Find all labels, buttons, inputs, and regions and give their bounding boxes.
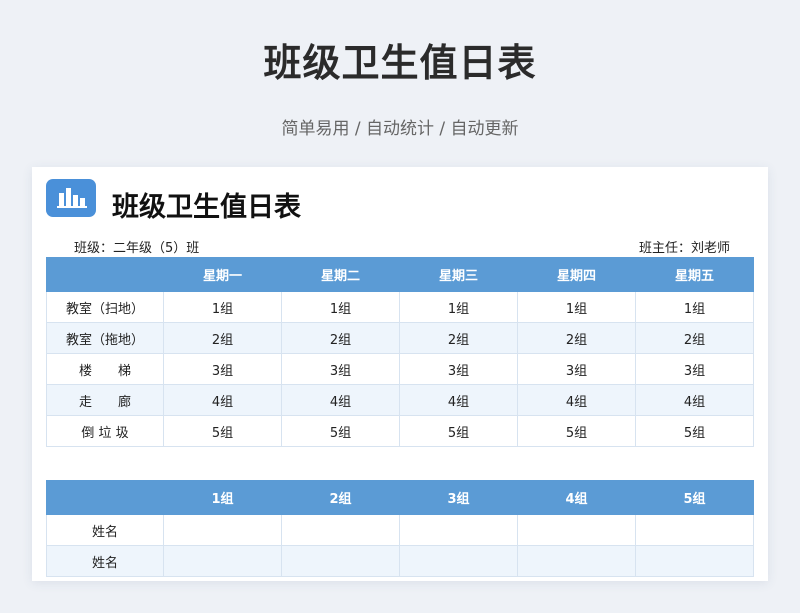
table-row: 教室（拖地） 2组 2组 2组 2组 2组 (46, 322, 754, 354)
table-cell[interactable]: 3组 (517, 353, 636, 385)
column-header-group-3: 3组 (399, 480, 518, 515)
table-cell[interactable] (517, 514, 636, 546)
table-cell[interactable]: 1组 (281, 291, 400, 323)
table-cell[interactable] (281, 514, 400, 546)
table-cell[interactable]: 4组 (399, 384, 518, 416)
table-cell[interactable]: 1组 (635, 291, 754, 323)
table-cell[interactable]: 2组 (281, 322, 400, 354)
column-header-tuesday: 星期二 (281, 257, 400, 292)
column-header-group-2: 2组 (281, 480, 400, 515)
teacher-info: 班主任：刘老师 (638, 241, 730, 256)
table-cell[interactable]: 4组 (517, 384, 636, 416)
column-header (46, 480, 164, 515)
table-row: 楼 梯 3组 3组 3组 3组 3组 (46, 353, 754, 385)
table-cell[interactable]: 3组 (399, 353, 518, 385)
page-title: 班级卫生值日表 (263, 41, 537, 85)
table-cell[interactable] (517, 545, 636, 577)
table-cell[interactable] (635, 514, 754, 546)
table-row: 姓名 (46, 545, 754, 577)
table-row: 姓名 (46, 514, 754, 546)
name-label: 姓名 (46, 545, 164, 577)
column-header-group-1: 1组 (163, 480, 282, 515)
table-cell[interactable]: 4组 (281, 384, 400, 416)
table-cell[interactable]: 1组 (517, 291, 636, 323)
table-cell[interactable]: 5组 (281, 415, 400, 447)
group-table-header-row: 1组 2组 3组 4组 5组 (46, 480, 754, 515)
table-cell[interactable] (399, 545, 518, 577)
column-header-wednesday: 星期三 (399, 257, 518, 292)
table-cell[interactable]: 3组 (635, 353, 754, 385)
table-cell[interactable]: 4组 (635, 384, 754, 416)
table-cell[interactable] (163, 514, 282, 546)
column-header-monday: 星期一 (163, 257, 282, 292)
column-header-group-4: 4组 (517, 480, 636, 515)
name-label: 姓名 (46, 514, 164, 546)
table-cell[interactable]: 5组 (163, 415, 282, 447)
table-cell[interactable] (399, 514, 518, 546)
table-cell[interactable]: 5组 (399, 415, 518, 447)
area-label: 教室（拖地） (46, 322, 164, 354)
table-cell[interactable]: 1组 (163, 291, 282, 323)
table-cell[interactable]: 5组 (517, 415, 636, 447)
bar-chart-icon (46, 179, 96, 217)
table-cell[interactable]: 2组 (517, 322, 636, 354)
table-row: 倒 垃 圾 5组 5组 5组 5组 5组 (46, 415, 754, 447)
table-cell[interactable]: 2组 (163, 322, 282, 354)
sheet-title: 班级卫生值日表 (112, 192, 301, 223)
column-header (46, 257, 164, 292)
table-cell[interactable]: 2组 (635, 322, 754, 354)
table-cell[interactable]: 3组 (163, 353, 282, 385)
page-subtitle: 简单易用 / 自动统计 / 自动更新 (281, 119, 519, 139)
table-cell[interactable] (635, 545, 754, 577)
table-cell[interactable]: 3组 (281, 353, 400, 385)
area-label: 楼 梯 (46, 353, 164, 385)
table-cell[interactable]: 2组 (399, 322, 518, 354)
table-cell[interactable]: 5组 (635, 415, 754, 447)
table-cell[interactable]: 1组 (399, 291, 518, 323)
column-header-thursday: 星期四 (517, 257, 636, 292)
group-members-table: 1组 2组 3组 4组 5组 姓名 姓名 (46, 480, 754, 577)
table-cell[interactable] (281, 545, 400, 577)
column-header-friday: 星期五 (635, 257, 754, 292)
table-row: 走 廊 4组 4组 4组 4组 4组 (46, 384, 754, 416)
column-header-group-5: 5组 (635, 480, 754, 515)
area-label: 走 廊 (46, 384, 164, 416)
duty-sheet: 班级卫生值日表 班级：二年级（5）班 班主任：刘老师 星期一 星期二 星期三 星… (32, 167, 768, 581)
table-row: 教室（扫地） 1组 1组 1组 1组 1组 (46, 291, 754, 323)
class-info: 班级：二年级（5）班 (74, 241, 200, 256)
area-label: 倒 垃 圾 (46, 415, 164, 447)
area-label: 教室（扫地） (46, 291, 164, 323)
duty-table: 星期一 星期二 星期三 星期四 星期五 教室（扫地） 1组 1组 1组 1组 1… (46, 257, 754, 447)
table-cell[interactable] (163, 545, 282, 577)
duty-table-header-row: 星期一 星期二 星期三 星期四 星期五 (46, 257, 754, 292)
table-cell[interactable]: 4组 (163, 384, 282, 416)
